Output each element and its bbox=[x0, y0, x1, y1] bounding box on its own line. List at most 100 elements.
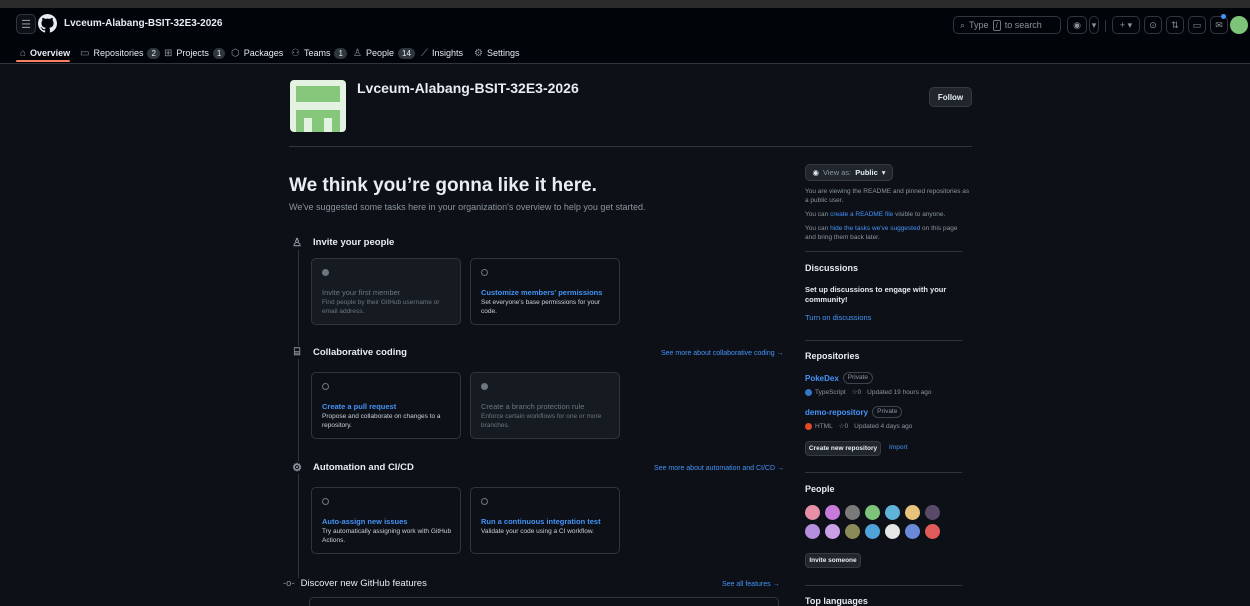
check-circle-icon bbox=[322, 383, 329, 390]
tab-people[interactable]: ♙ People 14 bbox=[353, 42, 415, 64]
tab-label: Packages bbox=[243, 48, 284, 58]
note-text: visible to anyone. bbox=[895, 211, 946, 218]
task-card-ci-test[interactable]: Run a continuous integration test Valida… bbox=[470, 487, 620, 554]
org-nav-tabs: ⌂ Overview ▭ Repositories 2 ⊞ Projects 1 ⬡ Pac… bbox=[0, 42, 1250, 64]
search-placeholder-suffix: to search bbox=[1004, 20, 1042, 30]
people-heading: People bbox=[805, 484, 835, 494]
browser-top-strip bbox=[0, 0, 1250, 8]
pull-requests-icon[interactable]: ⇅ bbox=[1166, 16, 1184, 34]
sidebar-divider bbox=[805, 585, 962, 586]
repo-item-demo-repository[interactable]: demo-repository Private bbox=[805, 406, 903, 418]
home-icon: ⌂ bbox=[20, 47, 27, 59]
people-icon: ⚇ bbox=[291, 47, 300, 59]
member-avatar[interactable] bbox=[825, 505, 840, 520]
inbox-icon[interactable]: ✉ bbox=[1210, 16, 1228, 34]
issues-icon[interactable]: ⊙ bbox=[1144, 16, 1162, 34]
notification-dot-icon bbox=[1221, 14, 1226, 19]
search-input[interactable]: ⌕ Type / to search bbox=[953, 16, 1061, 34]
copilot-icon[interactable]: ◉ bbox=[1067, 16, 1087, 34]
see-more-collaborative-link[interactable]: See more about collaborative coding → bbox=[661, 350, 784, 357]
header-divider-line bbox=[289, 146, 972, 147]
import-link[interactable]: Import bbox=[889, 444, 907, 451]
task-card-customize-permissions[interactable]: Customize members' permissions Set every… bbox=[470, 258, 620, 325]
star-count: 0 bbox=[857, 389, 862, 396]
see-more-automation-link[interactable]: See more about automation and CI/CD → bbox=[654, 465, 784, 472]
view-as-value: Public bbox=[855, 168, 878, 177]
member-avatar[interactable] bbox=[905, 524, 920, 539]
invite-someone-button[interactable]: Invite someone bbox=[805, 553, 861, 568]
member-avatar[interactable] bbox=[825, 524, 840, 539]
note-text: You can bbox=[805, 225, 829, 232]
create-new-repository-button[interactable]: Create new repository bbox=[805, 441, 881, 456]
page-title: We think you’re gonna like it here. bbox=[289, 175, 597, 196]
repo-name[interactable]: PokeDex bbox=[805, 374, 839, 383]
github-logo-icon[interactable] bbox=[38, 14, 57, 33]
tab-projects[interactable]: ⊞ Projects 1 bbox=[164, 42, 226, 64]
task-card-branch-protection[interactable]: Create a branch protection rule Enforce … bbox=[470, 372, 620, 439]
member-avatar[interactable] bbox=[845, 524, 860, 539]
member-avatar[interactable] bbox=[885, 505, 900, 520]
chevron-down-icon: ▾ bbox=[881, 168, 886, 177]
task-card-pull-request[interactable]: Create a pull request Propose and collab… bbox=[311, 372, 461, 439]
member-avatar[interactable] bbox=[865, 524, 880, 539]
gear-icon: ⚙ bbox=[474, 47, 483, 59]
member-avatar[interactable] bbox=[865, 505, 880, 520]
create-readme-link[interactable]: create a README file bbox=[830, 211, 893, 218]
top-languages-heading: Top languages bbox=[805, 596, 868, 606]
readme-note: You are viewing the README and pinned re… bbox=[805, 188, 970, 204]
member-avatar[interactable] bbox=[845, 505, 860, 520]
task-description: Validate your code using a CI workflow. bbox=[481, 528, 594, 535]
task-description: Enforce certain workflows for one or mor… bbox=[481, 413, 602, 429]
repo-meta: HTML ☆0 Updated 4 days ago bbox=[805, 422, 912, 430]
copilot-dropdown-icon[interactable]: ▾ bbox=[1089, 16, 1099, 34]
follow-button[interactable]: Follow bbox=[929, 87, 972, 107]
discussions-icon[interactable]: ▭ bbox=[1188, 16, 1206, 34]
timeline-line bbox=[298, 250, 299, 580]
star-icon: ☆0 bbox=[838, 423, 849, 430]
task-description: Set everyone's base permissions for your… bbox=[481, 299, 601, 315]
hide-tasks-link[interactable]: hide the tasks we've suggested bbox=[830, 225, 920, 232]
task-card-auto-assign[interactable]: Auto-assign new issues Try automatically… bbox=[311, 487, 461, 554]
commit-icon: -o- bbox=[283, 578, 295, 589]
star-count: 0 bbox=[844, 423, 849, 430]
code-review-icon: ⌸ bbox=[293, 346, 301, 358]
check-circle-icon bbox=[322, 269, 329, 276]
tab-settings[interactable]: ⚙ Settings bbox=[474, 42, 520, 64]
section-title: Invite your people bbox=[313, 237, 395, 248]
tab-insights[interactable]: ⟋ Insights bbox=[421, 42, 463, 64]
repo-item-pokedex[interactable]: PokeDex Private bbox=[805, 372, 874, 384]
org-breadcrumb[interactable]: Lvceum-Alabang-BSIT-32E3-2026 bbox=[64, 18, 222, 29]
user-avatar[interactable] bbox=[1230, 16, 1248, 34]
person-icon: ♙ bbox=[353, 47, 362, 59]
turn-on-discussions-link[interactable]: Turn on discussions bbox=[805, 313, 871, 322]
visibility-badge: Private bbox=[872, 406, 903, 418]
see-all-features-link[interactable]: See all features → bbox=[722, 581, 780, 588]
tab-repositories[interactable]: ▭ Repositories 2 bbox=[80, 42, 160, 64]
tab-packages[interactable]: ⬡ Packages bbox=[231, 42, 283, 64]
member-avatar[interactable] bbox=[805, 524, 820, 539]
member-avatar[interactable] bbox=[925, 524, 940, 539]
member-avatar[interactable] bbox=[905, 505, 920, 520]
search-placeholder-prefix: Type bbox=[969, 20, 989, 30]
table-icon: ⊞ bbox=[164, 47, 173, 59]
discussions-heading: Discussions bbox=[805, 263, 859, 273]
tab-teams[interactable]: ⚇ Teams 1 bbox=[291, 42, 347, 64]
task-card-invite-member[interactable]: Invite your first member Find people by … bbox=[311, 258, 461, 325]
menu-icon[interactable]: ☰ bbox=[16, 14, 36, 34]
tab-label: Overview bbox=[30, 48, 71, 58]
member-avatar[interactable] bbox=[885, 524, 900, 539]
view-as-dropdown[interactable]: ◉ View as: Public ▾ bbox=[805, 164, 893, 181]
task-description: Find people by their GitHub username or … bbox=[322, 299, 440, 315]
member-avatar[interactable] bbox=[805, 505, 820, 520]
repo-language: HTML bbox=[815, 422, 833, 430]
create-new-icon[interactable]: + ▾ bbox=[1112, 16, 1140, 34]
section-invite-people: ♙ Invite your people bbox=[290, 236, 395, 249]
header-divider bbox=[1105, 20, 1106, 32]
section-title: Automation and CI/CD bbox=[313, 462, 414, 473]
tab-label: People bbox=[365, 48, 394, 58]
repo-name[interactable]: demo-repository bbox=[805, 408, 868, 417]
repo-updated: Updated 19 hours ago bbox=[867, 388, 932, 396]
member-avatar[interactable] bbox=[925, 505, 940, 520]
task-title: Auto-assign new issues bbox=[322, 517, 408, 526]
visibility-badge: Private bbox=[842, 372, 874, 384]
